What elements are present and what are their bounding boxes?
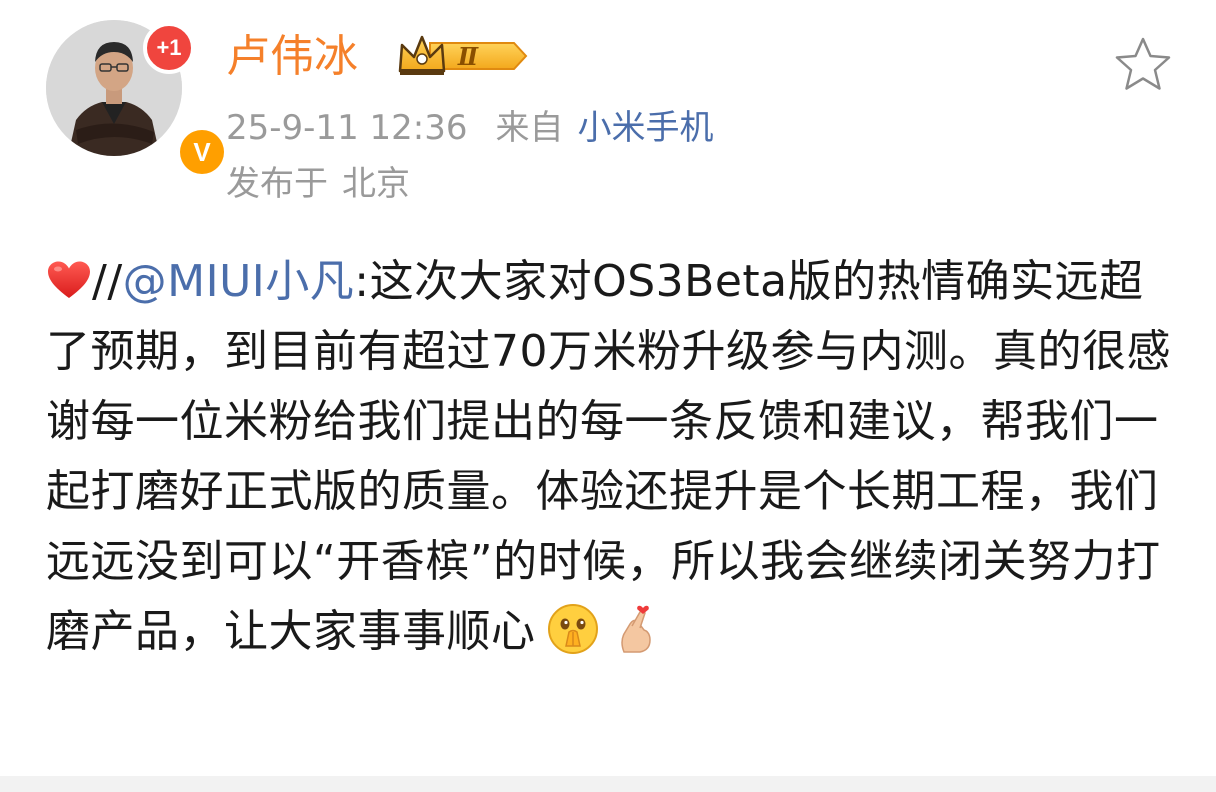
favorite-star-icon[interactable]: [1112, 34, 1174, 96]
location-label: 发布于: [226, 164, 328, 204]
crown-icon: Ⅱ: [398, 35, 528, 75]
location-city: 北京: [342, 164, 410, 204]
post-location: 发布于 北京: [226, 158, 410, 210]
vip-crown-badge[interactable]: Ⅱ: [396, 31, 530, 81]
timestamp: 25-9-11 12:36: [226, 108, 468, 148]
post-content: //@MIUI小凡:这次大家对OS3Beta版的热情确实远超了预期，到目前有超过…: [46, 247, 1176, 667]
avatar-container[interactable]: +1 V: [46, 20, 228, 178]
repost-prefix: //: [92, 256, 123, 307]
heart-icon: [46, 251, 92, 298]
new-count-badge: +1: [143, 22, 195, 74]
mention-link[interactable]: @MIUI小凡: [123, 256, 355, 307]
verified-v-icon: V: [180, 130, 224, 174]
vip-level-text: Ⅱ: [457, 42, 479, 71]
pray-emoji-icon: [546, 602, 600, 656]
from-label: 来自: [495, 108, 564, 148]
username[interactable]: 卢伟冰: [226, 26, 358, 88]
verified-badge: V: [176, 126, 228, 178]
post-body: :这次大家对OS3Beta版的热情确实远超了预期，到目前有超过70万米粉升级参与…: [46, 256, 1171, 657]
post-meta: 25-9-11 12:36 来自 小米手机: [226, 102, 714, 154]
bottom-divider: [0, 776, 1216, 792]
finger-heart-emoji-icon: [610, 602, 664, 656]
weibo-post: +1 V 卢伟冰 Ⅱ 25-9-11 12:36 来自小米手机 发布于 北京 /…: [0, 0, 1216, 792]
source-link[interactable]: 小米手机: [578, 108, 714, 148]
